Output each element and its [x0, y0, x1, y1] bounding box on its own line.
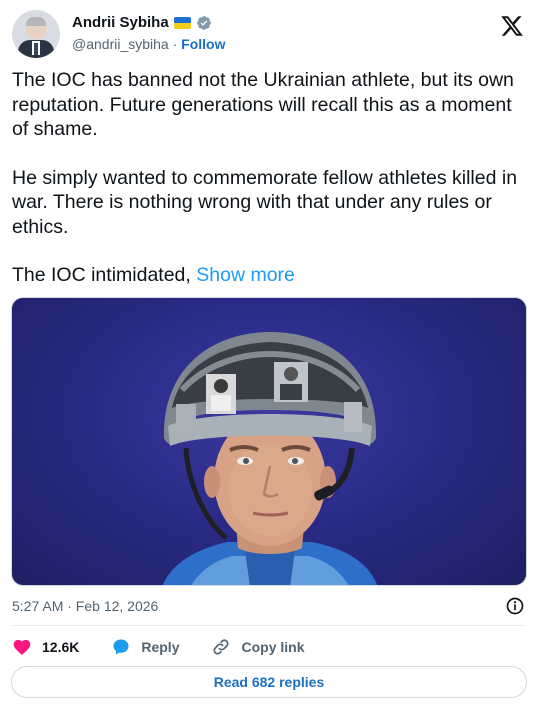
author-handle-row: @andrii_sybiha · Follow: [72, 36, 226, 52]
like-button[interactable]: 12.6K: [12, 637, 79, 657]
reply-bubble-icon: [113, 639, 129, 655]
tweet-paragraph: He simply wanted to commemorate fellow a…: [12, 166, 518, 238]
copy-link-button[interactable]: Copy link: [211, 637, 305, 657]
info-icon[interactable]: [505, 596, 525, 616]
copy-link-label: Copy link: [241, 639, 305, 655]
author-name[interactable]: Andrii Sybiha: [72, 14, 169, 31]
verified-badge-icon: [196, 15, 211, 30]
show-more-link[interactable]: Show more: [196, 264, 295, 286]
avatar-hair: [26, 17, 46, 26]
reply-label: Reply: [141, 639, 180, 655]
tweet-text: The IOC has banned not the Ukrainian ath…: [12, 68, 526, 288]
ukraine-flag-icon: [173, 16, 191, 29]
heart-icon: [13, 639, 31, 655]
read-replies-button[interactable]: Read 682 replies: [11, 666, 527, 698]
tweet-paragraph: The IOC has banned not the Ukrainian ath…: [12, 69, 514, 140]
tweet-media-image[interactable]: [11, 297, 527, 586]
author-handle[interactable]: @andrii_sybiha: [72, 36, 169, 52]
follow-button[interactable]: Follow: [181, 36, 225, 52]
tweet-header: Andrii Sybiha @andrii_sybiha · Follow: [12, 10, 526, 60]
author-name-row: Andrii Sybiha: [72, 14, 212, 31]
tweet-paragraph-text: The IOC intimidated,: [12, 264, 197, 286]
x-logo-icon[interactable]: [500, 14, 524, 38]
avatar-tie: [34, 43, 38, 55]
tweet-paragraph-last: The IOC intimidated, Show more: [12, 263, 526, 288]
tweet-timestamp[interactable]: 5:27 AM · Feb 12, 2026: [12, 598, 158, 614]
reply-button[interactable]: Reply: [111, 637, 179, 657]
like-count: 12.6K: [42, 639, 80, 655]
separator-dot: ·: [172, 36, 178, 52]
avatar[interactable]: [12, 10, 60, 58]
athlete-photo: [162, 332, 378, 585]
action-bar: 12.6K Reply Copy link: [12, 636, 337, 658]
link-icon: [213, 639, 230, 655]
divider: [12, 625, 526, 626]
